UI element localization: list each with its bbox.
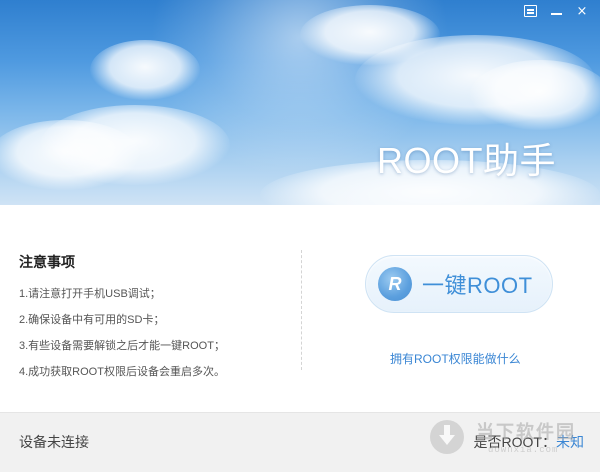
app-title: ROOT助手	[377, 140, 556, 181]
note-item: 2.确保设备中有可用的SD卡；	[19, 314, 165, 326]
watermark-url: downxia.com	[488, 445, 559, 455]
menu-icon	[523, 5, 537, 17]
notes-section: 注意事项 1.请注意打开手机USB调试； 2.确保设备中有可用的SD卡； 3.有…	[19, 252, 289, 390]
cloud	[40, 105, 230, 185]
minimize-button[interactable]	[543, 0, 569, 22]
watermark-text: 当下软件园	[476, 422, 576, 442]
close-icon: ×	[576, 3, 588, 19]
cloud	[90, 40, 200, 100]
download-arrow-icon	[430, 420, 464, 454]
note-item: 1.请注意打开手机USB调试；	[19, 288, 161, 300]
note-item: 3.有些设备需要解锁之后才能一键ROOT；	[19, 340, 225, 352]
menu-button[interactable]	[517, 0, 543, 22]
notes-title: 注意事项	[19, 254, 75, 270]
header-banner: ROOT助手 ×	[0, 0, 600, 205]
root-button-label: 一键ROOT	[422, 273, 533, 298]
note-item: 4.成功获取ROOT权限后设备会重启多次。	[19, 366, 225, 378]
section-divider	[301, 250, 302, 370]
minimize-icon	[550, 13, 562, 15]
one-click-root-button[interactable]: R 一键ROOT	[365, 255, 553, 313]
root-permissions-link[interactable]: 拥有ROOT权限能做什么	[390, 350, 521, 367]
device-status: 设备未连接	[19, 434, 89, 450]
site-watermark: 当下软件园 downxia.com	[428, 418, 588, 466]
root-assistant-window: ROOT助手 × 注意事项 1.请注意打开手机USB调试； 2.确保设备中有可用…	[0, 0, 600, 472]
cloud	[470, 60, 600, 130]
close-button[interactable]: ×	[569, 0, 595, 22]
root-logo-icon: R	[378, 267, 412, 301]
